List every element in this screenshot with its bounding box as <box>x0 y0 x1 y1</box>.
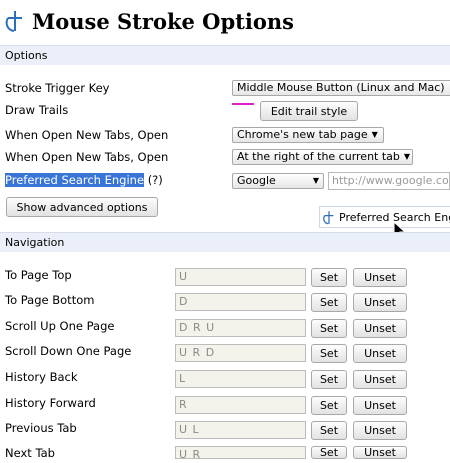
stroke-trigger-label: Stroke Trigger Key <box>5 81 110 95</box>
mouse-stroke-logo-icon <box>323 210 334 224</box>
stroke-input[interactable]: U R D <box>175 344 306 362</box>
search-engine-url-input[interactable]: http://www.google.co <box>328 172 450 190</box>
unset-button[interactable]: Unset <box>353 396 407 415</box>
stroke-trigger-value: Middle Mouse Button (Linux and Mac) <box>237 81 445 94</box>
trail-preview-line <box>232 103 254 105</box>
set-button[interactable]: Set <box>311 268 347 287</box>
preferred-search-engine-row: Preferred Search Engine (?) <box>5 173 163 187</box>
chevron-down-icon: ▼ <box>312 176 319 185</box>
stroke-input[interactable]: U L <box>175 421 306 439</box>
nav-row-label: History Back <box>5 370 78 384</box>
nav-row-label: Scroll Up One Page <box>5 319 115 333</box>
stroke-input[interactable]: L <box>175 370 306 388</box>
set-button[interactable]: Set <box>311 293 347 312</box>
drag-ghost: Preferred Search Eng <box>319 206 450 228</box>
unset-button[interactable]: Unset <box>353 370 407 389</box>
stroke-input[interactable]: R <box>175 396 306 414</box>
set-button[interactable]: Set <box>311 421 347 440</box>
open-new-tabs-value-1: Chrome's new tab page <box>237 128 368 141</box>
nav-row-label: To Page Bottom <box>5 293 95 307</box>
page-title-text: Mouse Stroke Options <box>32 8 294 34</box>
unset-button[interactable]: Unset <box>353 293 407 312</box>
open-new-tabs-label-1: When Open New Tabs, Open <box>5 128 169 142</box>
open-new-tabs-label-2: When Open New Tabs, Open <box>5 150 169 164</box>
set-button[interactable]: Set <box>311 370 347 389</box>
nav-row-label: To Page Top <box>5 268 72 282</box>
page-title: Mouse Stroke Options <box>4 6 294 36</box>
navigation-section-label: Navigation <box>5 236 65 249</box>
draw-trails-label: Draw Trails <box>5 103 69 117</box>
open-new-tabs-select-1[interactable]: Chrome's new tab page ▼ <box>232 127 384 143</box>
chevron-down-icon: ▼ <box>403 152 411 161</box>
options-section-label: Options <box>5 49 48 62</box>
unset-button[interactable]: Unset <box>353 268 407 287</box>
set-button[interactable]: Set <box>311 396 347 415</box>
nav-row-label: Scroll Down One Page <box>5 344 132 358</box>
stroke-trigger-select[interactable]: Middle Mouse Button (Linux and Mac) <box>232 80 450 96</box>
nav-row-label: Previous Tab <box>5 421 77 435</box>
unset-button[interactable]: Unset <box>353 446 407 459</box>
stroke-input[interactable]: D R U <box>175 319 306 337</box>
edit-trail-style-button[interactable]: Edit trail style <box>260 101 358 121</box>
unset-button[interactable]: Unset <box>353 344 407 363</box>
navigation-section-header: Navigation <box>0 232 450 252</box>
unset-button[interactable]: Unset <box>353 319 407 338</box>
open-new-tabs-select-2[interactable]: At the right of the current tab ▼ <box>232 149 413 165</box>
stroke-input[interactable]: U R <box>175 446 306 461</box>
preferred-search-engine-label: Preferred Search Engine <box>5 173 145 187</box>
set-button[interactable]: Set <box>311 446 347 459</box>
stroke-input[interactable]: D <box>175 293 306 311</box>
open-new-tabs-value-2: At the right of the current tab <box>237 150 400 163</box>
chevron-down-icon: ▼ <box>371 130 378 139</box>
nav-row-label: Next Tab <box>5 446 55 460</box>
stroke-input[interactable]: U <box>175 268 306 286</box>
set-button[interactable]: Set <box>311 344 347 363</box>
unset-button[interactable]: Unset <box>353 421 407 440</box>
search-engine-select[interactable]: Google ▼ <box>232 173 324 189</box>
mouse-stroke-logo-icon <box>5 11 22 32</box>
nav-row-label: History Forward <box>5 396 96 410</box>
search-engine-value: Google <box>237 174 276 187</box>
set-button[interactable]: Set <box>311 319 347 338</box>
help-link[interactable]: (?) <box>148 173 163 187</box>
options-section-header: Options <box>0 45 450 65</box>
show-advanced-options-button[interactable]: Show advanced options <box>6 197 158 217</box>
